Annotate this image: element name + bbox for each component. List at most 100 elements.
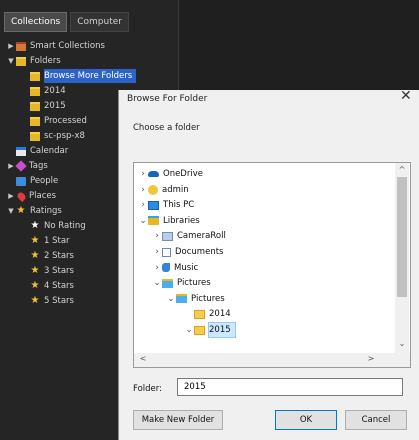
folder-icon	[16, 56, 26, 66]
library-item-label: People	[30, 176, 59, 186]
library-item[interactable]: Processed	[20, 114, 87, 128]
library-item[interactable]: People	[6, 174, 58, 188]
dialog-title: Browse For Folder	[127, 94, 208, 104]
folder-tree-item[interactable]: ⌄ Libraries	[138, 214, 200, 228]
music-icon	[162, 263, 170, 273]
library-item-label: Calendar	[30, 146, 69, 156]
collapse-chevron-icon[interactable]: ›	[152, 245, 162, 259]
folder-tree-label: CameraRoll	[177, 231, 226, 242]
library-item[interactable]: ▶ Places	[6, 189, 56, 203]
library-item-label: 4 Stars	[44, 281, 74, 291]
collapsed-arrow-icon[interactable]: ▶	[6, 189, 16, 203]
library-item[interactable]: ★ 3 Stars	[20, 264, 74, 278]
expand-chevron-icon[interactable]: ⌄	[138, 214, 148, 228]
scroll-down-icon[interactable]: ⌄	[395, 339, 409, 348]
folder-icon	[194, 325, 205, 335]
folder-tree-item[interactable]: ⌄ Pictures	[166, 292, 224, 306]
close-icon[interactable]: ✕	[400, 88, 412, 104]
expanded-arrow-icon[interactable]: ▼	[6, 204, 16, 218]
preview-area	[178, 0, 419, 90]
library-item[interactable]: ▼ Folders	[6, 54, 61, 68]
scroll-left-icon[interactable]: <	[136, 354, 150, 363]
folder-tree-item[interactable]: ⌄ Pictures	[152, 276, 211, 290]
folder-tree-item[interactable]: › This PC	[138, 198, 194, 212]
folder-input[interactable]	[177, 378, 403, 396]
folder-tree-label: 2014	[209, 309, 231, 320]
vertical-scroll-thumb[interactable]	[397, 177, 407, 297]
library-item[interactable]: ★ 1 Star	[20, 234, 70, 248]
star-icon: ★	[16, 205, 26, 216]
folder-tree-label: 2015	[208, 322, 236, 338]
library-item[interactable]: ▼ ★ Ratings	[6, 204, 62, 218]
computer-icon	[148, 200, 159, 210]
smart-collections-icon	[16, 41, 26, 51]
folder-tree-label: This PC	[163, 200, 195, 211]
tab-computer[interactable]: Computer	[70, 12, 129, 32]
folder-tree-label: Libraries	[163, 215, 200, 226]
scroll-right-icon[interactable]: >	[364, 354, 378, 363]
panel-divider	[178, 0, 179, 90]
collapse-chevron-icon[interactable]: ›	[138, 183, 148, 197]
library-item[interactable]: sc-psp-x8	[20, 129, 85, 143]
folder-icon	[30, 86, 40, 96]
library-item[interactable]: ★ No Rating	[20, 219, 86, 233]
library-item[interactable]: ★ 4 Stars	[20, 279, 74, 293]
library-item-label: Browse More Folders	[44, 69, 137, 83]
library-item[interactable]: 2014	[20, 84, 66, 98]
library-item-label: 5 Stars	[44, 296, 74, 306]
library-item[interactable]: ★ 2 Stars	[20, 249, 74, 263]
folder-tree-item[interactable]: › Documents	[152, 245, 223, 259]
folder-tree[interactable]: › OneDrive › admin › This PC ⌄ Libraries › Camera…	[133, 162, 411, 368]
expand-chevron-icon[interactable]: ⌄	[152, 276, 162, 290]
documents-icon	[162, 247, 171, 257]
library-tabs: Collections Computer	[4, 12, 129, 32]
library-item[interactable]: ★ 5 Stars	[20, 294, 74, 308]
star-outline-icon: ★	[30, 220, 40, 231]
ok-button[interactable]: OK	[275, 410, 337, 430]
library-item-label: Places	[29, 191, 57, 201]
folder-tree-item[interactable]: › admin	[138, 183, 189, 197]
places-icon	[15, 190, 28, 202]
cancel-button[interactable]: Cancel	[345, 410, 407, 430]
library-icon	[162, 231, 173, 241]
collapse-chevron-icon[interactable]: ›	[152, 261, 162, 275]
library-item-label: 3 Stars	[44, 266, 74, 276]
library-item[interactable]: 2015	[20, 99, 66, 113]
library-item-label: Tags	[29, 161, 48, 171]
collapse-chevron-icon[interactable]: ›	[138, 167, 148, 181]
folder-tree-label: Music	[174, 262, 199, 273]
folder-tree-item[interactable]: › Music	[152, 261, 198, 275]
collapse-chevron-icon[interactable]: ›	[138, 198, 148, 212]
dialog-prompt: Choose a folder	[133, 123, 200, 133]
collapse-chevron-icon[interactable]: ›	[152, 229, 162, 243]
folder-tree-label: OneDrive	[163, 169, 203, 179]
scroll-up-icon[interactable]: ^	[395, 165, 409, 174]
onedrive-icon	[148, 171, 159, 177]
make-new-folder-button[interactable]: Make New Folder	[133, 410, 223, 430]
folder-icon	[30, 131, 40, 141]
star-icon: ★	[30, 250, 40, 261]
library-item[interactable]: ▶ Smart Collections	[6, 39, 105, 53]
calendar-icon	[16, 146, 26, 156]
folder-label: Folder:	[133, 384, 162, 394]
library-item-label: Ratings	[30, 206, 62, 216]
folder-tree-label: Pictures	[177, 278, 211, 289]
library-item-label: 2015	[44, 101, 66, 111]
libraries-icon	[148, 216, 159, 226]
folder-tree-item[interactable]: › OneDrive	[138, 167, 203, 181]
horizontal-scrollbar[interactable]: < >	[134, 353, 410, 367]
collapsed-arrow-icon[interactable]: ▶	[6, 39, 16, 53]
tab-collections[interactable]: Collections	[4, 12, 68, 32]
library-item-label: 1 Star	[44, 236, 70, 246]
expanded-arrow-icon[interactable]: ▼	[6, 54, 16, 68]
expand-chevron-icon[interactable]: ⌄	[184, 323, 194, 337]
library-item[interactable]: Browse More Folders	[20, 69, 137, 83]
library-item-label: Folders	[30, 56, 61, 66]
folder-tree-item[interactable]: › CameraRoll	[152, 229, 226, 243]
expand-chevron-icon[interactable]: ⌄	[166, 292, 176, 306]
folder-tree-item[interactable]: ⌄ 2015	[184, 322, 236, 338]
library-item[interactable]: Calendar	[6, 144, 68, 158]
folder-tree-item[interactable]: 2014	[184, 307, 231, 321]
pictures-folder-icon	[176, 294, 187, 304]
library-item[interactable]: ▶ Tags	[6, 159, 48, 173]
